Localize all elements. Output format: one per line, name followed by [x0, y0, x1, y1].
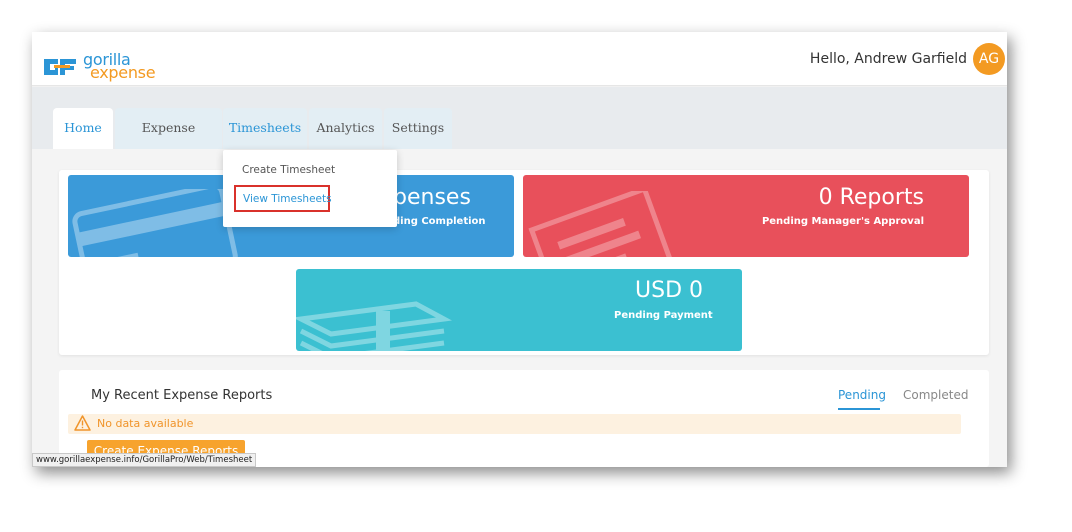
app-window: gorilla expense Hello, Andrew Garfield A… [32, 32, 1007, 467]
logo-mark-icon [44, 59, 76, 75]
warning-icon [74, 415, 91, 431]
reports-card-subtitle: Pending Manager's Approval [761, 216, 924, 227]
logo-word-expense: expense [90, 63, 156, 82]
reports-approval-card[interactable]: 0 Reports Pending Manager's Approval [523, 175, 969, 257]
menu-item-create-timesheet[interactable]: Create Timesheet [242, 164, 335, 176]
gorilla-expense-logo[interactable]: gorilla expense [42, 50, 162, 86]
user-avatar[interactable]: AG [973, 43, 1005, 75]
tab-expense-reports[interactable]: Expense Reports [115, 108, 222, 175]
credit-card-icon [72, 189, 238, 257]
summary-cards-panel: penses ding Completion 0 Reports Pending… [59, 170, 989, 355]
view-timesheets-label: View Timesheets [243, 193, 332, 205]
cash-stack-icon [296, 301, 453, 351]
tab-completed[interactable]: Completed [903, 388, 968, 402]
no-data-text: No data available [97, 417, 194, 430]
menu-item-view-timesheets[interactable]: View Timesheets [234, 185, 332, 212]
report-document-icon [528, 191, 679, 257]
top-bar: gorilla expense Hello, Andrew Garfield A… [32, 32, 1007, 86]
tab-home[interactable]: Home [53, 108, 113, 149]
reports-card-title: 0 Reports [818, 185, 924, 210]
payment-pending-card[interactable]: USD 0 Pending Payment [296, 269, 742, 351]
recent-reports-title: My Recent Expense Reports [91, 388, 273, 403]
payment-card-title: USD 0 [635, 278, 703, 303]
expenses-card-title: penses [393, 185, 471, 210]
payment-card-subtitle: Pending Payment [614, 310, 713, 321]
status-bar-url: www.gorillaexpense.info/GorillaPro/Web/T… [32, 453, 257, 467]
timesheets-dropdown-menu: Create Timesheet View Timesheets [223, 150, 397, 227]
tab-timesheets[interactable]: Timesheets [223, 108, 307, 149]
tab-pending[interactable]: Pending [838, 388, 886, 402]
no-data-alert: No data available [68, 414, 961, 434]
expenses-card-subtitle: ding Completion [393, 216, 486, 227]
tab-settings[interactable]: Settings [384, 108, 452, 149]
pending-tab-underline [838, 408, 880, 410]
tab-analytics[interactable]: Analytics [309, 108, 382, 149]
greeting-text: Hello, Andrew Garfield [809, 51, 967, 67]
